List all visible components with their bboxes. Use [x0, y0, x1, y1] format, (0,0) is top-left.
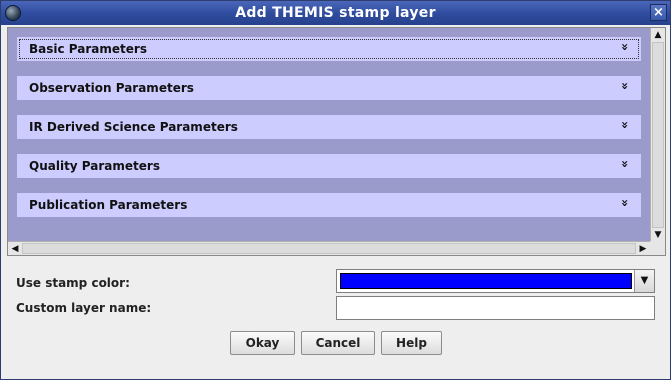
section-label: Observation Parameters: [29, 81, 194, 95]
vertical-scrollbar[interactable]: ▲ ▼: [650, 28, 665, 242]
cancel-button[interactable]: Cancel: [301, 331, 375, 355]
scroll-corner: [650, 241, 665, 255]
vertical-scroll-thumb[interactable]: [652, 42, 664, 228]
section-observation-parameters[interactable]: Observation Parameters »: [17, 76, 641, 100]
close-button[interactable]: ×: [650, 4, 667, 21]
layer-name-label: Custom layer name:: [16, 301, 152, 315]
expand-chevron-icon[interactable]: »: [618, 82, 632, 90]
section-label: Quality Parameters: [29, 159, 160, 173]
help-button[interactable]: Help: [381, 331, 442, 355]
section-quality-parameters[interactable]: Quality Parameters »: [17, 154, 641, 178]
window-title: Add THEMIS stamp layer: [235, 5, 436, 21]
title-bar[interactable]: Add THEMIS stamp layer ×: [1, 1, 670, 25]
stamp-color-swatch: [340, 273, 632, 289]
scroll-up-icon[interactable]: ▲: [651, 28, 665, 42]
okay-button[interactable]: Okay: [230, 331, 295, 355]
section-label: Basic Parameters: [29, 42, 147, 56]
scroll-left-icon[interactable]: ◀: [8, 242, 22, 256]
parameters-panel: Basic Parameters » Observation Parameter…: [8, 28, 650, 242]
stamp-color-dropdown[interactable]: ▼: [336, 269, 655, 293]
section-label: Publication Parameters: [29, 198, 188, 212]
stamp-color-label: Use stamp color:: [16, 276, 130, 290]
parameters-scroll-pane: Basic Parameters » Observation Parameter…: [7, 27, 666, 256]
scroll-down-icon[interactable]: ▼: [651, 228, 665, 242]
section-ir-derived-science-parameters[interactable]: IR Derived Science Parameters »: [17, 115, 641, 139]
scroll-right-icon[interactable]: ▶: [636, 242, 650, 256]
expand-chevron-icon[interactable]: »: [618, 121, 632, 129]
section-label: IR Derived Science Parameters: [29, 120, 238, 134]
chevron-down-icon[interactable]: ▼: [634, 270, 654, 292]
dialog-window: Add THEMIS stamp layer × Basic Parameter…: [0, 0, 671, 380]
section-basic-parameters[interactable]: Basic Parameters »: [17, 37, 641, 61]
section-publication-parameters[interactable]: Publication Parameters »: [17, 193, 641, 217]
layer-name-input[interactable]: [336, 296, 655, 320]
expand-chevron-icon[interactable]: »: [618, 43, 632, 51]
expand-chevron-icon[interactable]: »: [618, 199, 632, 207]
expand-chevron-icon[interactable]: »: [618, 160, 632, 168]
horizontal-scroll-thumb[interactable]: [22, 243, 636, 254]
horizontal-scrollbar[interactable]: ◀ ▶: [8, 241, 650, 255]
